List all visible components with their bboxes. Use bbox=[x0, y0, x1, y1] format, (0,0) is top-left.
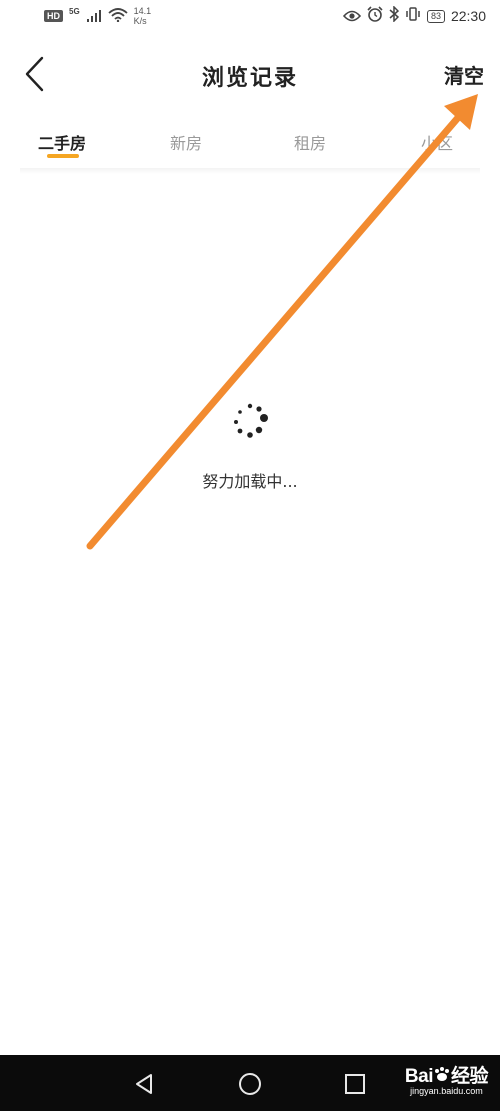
page-title: 浏览记录 bbox=[201, 65, 298, 91]
home-circle-icon bbox=[235, 1073, 265, 1103]
paw-icon bbox=[433, 1066, 451, 1087]
wifi-icon bbox=[108, 7, 128, 26]
nav-back-button[interactable] bbox=[130, 1069, 160, 1099]
network-type: 5G bbox=[69, 6, 80, 16]
status-left: HD 5G 14.1 K/s bbox=[44, 6, 151, 26]
hd-badge: HD bbox=[44, 10, 63, 22]
vibrate-icon bbox=[405, 6, 421, 26]
status-clock: 22:30 bbox=[450, 8, 486, 24]
battery-indicator: 83 bbox=[426, 9, 445, 23]
back-triangle-icon bbox=[130, 1074, 160, 1103]
status-bar: HD 5G 14.1 K/s 83 22:30 bbox=[0, 0, 500, 36]
tab-rental[interactable]: 租房 bbox=[294, 130, 326, 154]
watermark-brand: Bai 经验 bbox=[404, 1066, 489, 1087]
tab-bar: 二手房 新房 租房 小区 bbox=[0, 126, 500, 166]
tabs-divider bbox=[20, 168, 480, 174]
baidu-jingyan-watermark: Bai 经验 jingyan.baidu.com bbox=[404, 1061, 489, 1096]
recents-square-icon bbox=[340, 1074, 370, 1103]
annotation-arrow-icon bbox=[86, 94, 478, 550]
bluetooth-icon bbox=[389, 5, 400, 26]
header: 浏览记录 清空 bbox=[0, 48, 500, 98]
alarm-icon bbox=[367, 6, 383, 26]
active-tab-indicator bbox=[47, 154, 79, 158]
eye-icon bbox=[342, 7, 362, 26]
nav-recents-button[interactable] bbox=[340, 1069, 370, 1099]
network-speed: 14.1 K/s bbox=[134, 6, 152, 26]
signal-icon bbox=[86, 7, 102, 26]
tab-new-house[interactable]: 新房 bbox=[170, 130, 202, 154]
loading-text: 努力加载中... bbox=[202, 472, 298, 491]
tab-community[interactable]: 小区 bbox=[421, 130, 453, 154]
speed-value: 14.1 bbox=[133, 6, 152, 16]
system-nav-bar: Bai 经验 jingyan.baidu.com bbox=[0, 1055, 500, 1111]
watermark-url: jingyan.baidu.com bbox=[410, 1086, 483, 1096]
speed-unit: K/s bbox=[133, 16, 147, 26]
loading-spinner-icon bbox=[228, 402, 274, 442]
status-right: 83 22:30 bbox=[342, 5, 486, 26]
clear-button[interactable]: 清空 bbox=[444, 60, 484, 89]
nav-home-button[interactable] bbox=[235, 1069, 265, 1099]
tab-second-hand[interactable]: 二手房 bbox=[38, 130, 86, 154]
